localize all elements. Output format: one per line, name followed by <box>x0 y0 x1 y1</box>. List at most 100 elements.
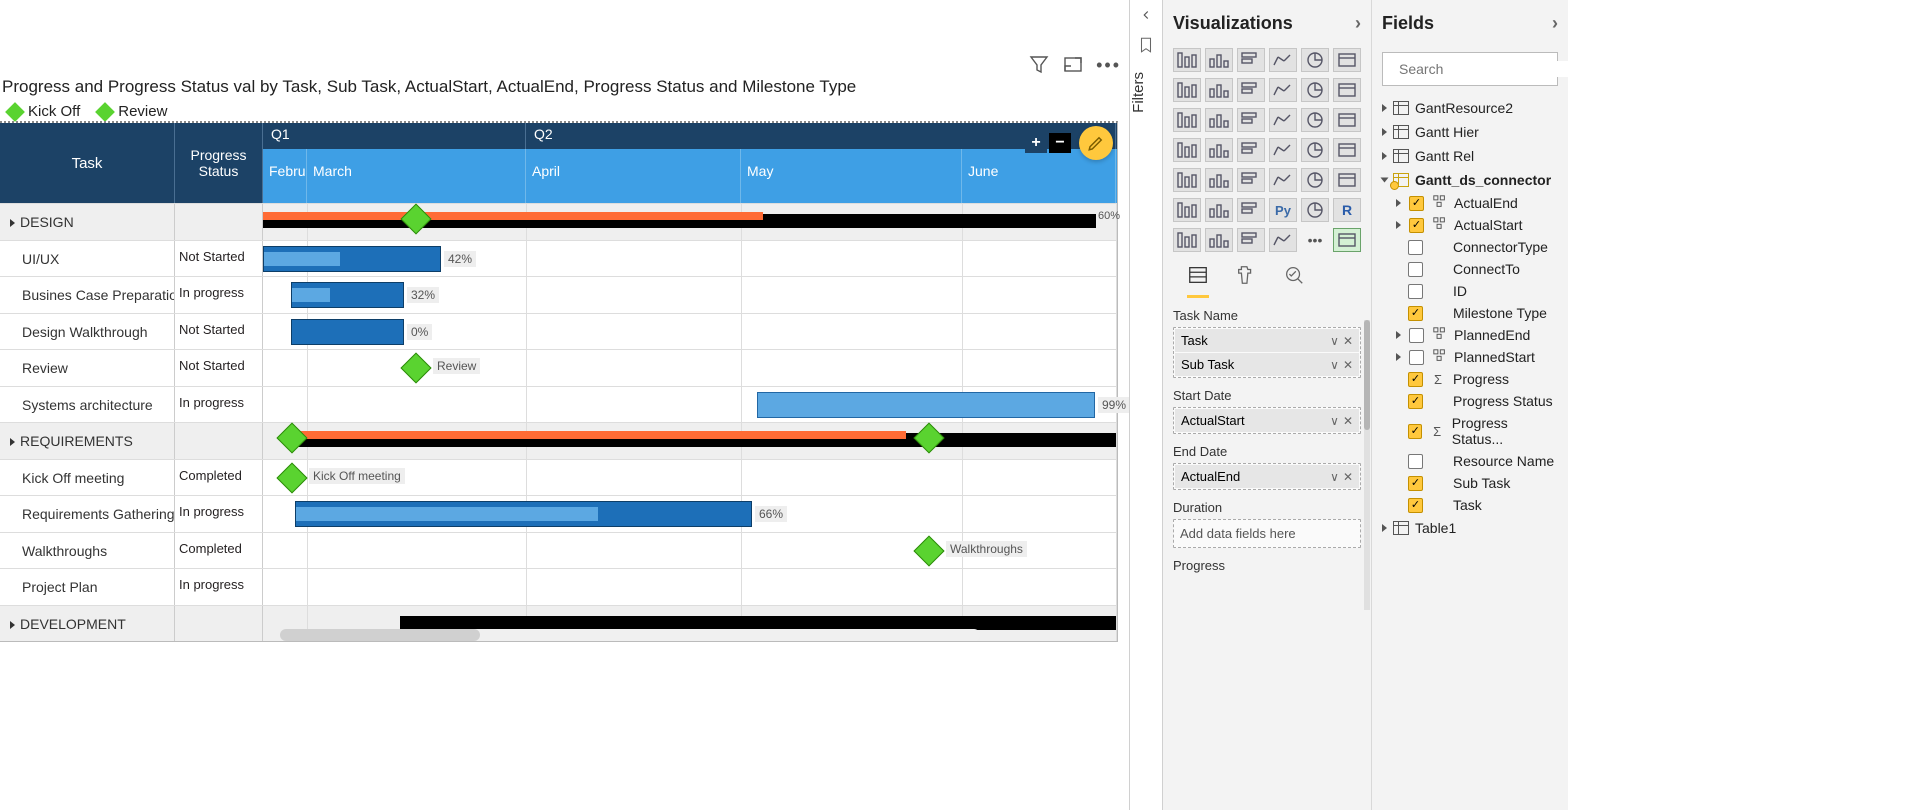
scrollbar-thumb[interactable] <box>280 629 480 641</box>
field-checkbox[interactable] <box>1409 196 1424 211</box>
field-row[interactable]: ConnectTo <box>1382 258 1558 280</box>
legend-item-kickoff[interactable]: Kick Off <box>8 103 80 120</box>
field-checkbox[interactable] <box>1409 328 1424 343</box>
collapse-fields-button[interactable]: › <box>1552 13 1558 34</box>
viz-type-icon[interactable] <box>1237 48 1265 72</box>
viz-type-icon[interactable] <box>1333 78 1361 102</box>
viz-type-icon[interactable] <box>1205 228 1233 252</box>
well-duration[interactable]: Add data fields here <box>1173 519 1361 548</box>
milestone-marker[interactable] <box>913 422 944 453</box>
field-row[interactable]: ΣProgress Status... <box>1382 412 1558 450</box>
gantt-row[interactable]: Requirements GatheringIn progress66% <box>0 495 1117 532</box>
gantt-row[interactable]: WalkthroughsCompletedWalkthroughs <box>0 532 1117 569</box>
field-checkbox[interactable] <box>1408 306 1423 321</box>
viz-type-icon[interactable]: R <box>1333 198 1361 222</box>
milestone-marker[interactable] <box>913 535 944 566</box>
milestone-marker[interactable] <box>276 462 307 493</box>
gantt-row[interactable]: ReviewNot StartedReview <box>0 349 1117 386</box>
well-item-actualstart[interactable]: ActualStart∨✕ <box>1175 409 1359 432</box>
horizontal-scrollbar[interactable] <box>280 629 980 641</box>
chevron-icon[interactable] <box>1382 104 1387 112</box>
viz-type-icon[interactable] <box>1173 78 1201 102</box>
remove-icon[interactable]: ✕ <box>1343 334 1353 348</box>
task-bar[interactable]: 32% <box>291 282 404 308</box>
fields-search-input[interactable] <box>1399 61 1568 77</box>
viz-type-icon[interactable] <box>1301 78 1329 102</box>
remove-icon[interactable]: ✕ <box>1343 470 1353 484</box>
expand-icon[interactable] <box>10 438 15 446</box>
task-bar[interactable]: 0% <box>291 319 404 345</box>
field-row[interactable]: ConnectorType <box>1382 236 1558 258</box>
expand-icon[interactable] <box>10 621 15 629</box>
well-item-actualend[interactable]: ActualEnd∨✕ <box>1175 465 1359 488</box>
viz-type-icon[interactable] <box>1333 138 1361 162</box>
viz-type-icon[interactable] <box>1173 108 1201 132</box>
viz-type-icon[interactable]: Py <box>1269 198 1297 222</box>
gantt-row[interactable]: UI/UXNot Started42% <box>0 240 1117 277</box>
well-task-name[interactable]: Task∨✕ Sub Task∨✕ <box>1173 327 1361 378</box>
month-cell[interactable]: May <box>741 149 962 203</box>
field-row[interactable]: PlannedStart <box>1382 346 1558 368</box>
viz-type-icon[interactable] <box>1333 228 1361 252</box>
field-checkbox[interactable] <box>1408 394 1423 409</box>
gantt-row[interactable]: Systems architectureIn progress99% <box>0 386 1117 423</box>
analytics-tab[interactable] <box>1283 264 1305 298</box>
field-row[interactable]: ActualEnd <box>1382 192 1558 214</box>
filters-pane-collapsed[interactable]: Filters <box>1129 0 1163 810</box>
zoom-out-button[interactable]: − <box>1049 133 1071 153</box>
viz-type-icon[interactable] <box>1269 168 1297 192</box>
well-end-date[interactable]: ActualEnd∨✕ <box>1173 463 1361 490</box>
month-cell[interactable]: Febru <box>263 149 307 203</box>
viz-pane-scrollbar[interactable] <box>1364 320 1370 610</box>
chevron-down-icon[interactable]: ∨ <box>1330 358 1339 372</box>
viz-type-icon[interactable] <box>1333 108 1361 132</box>
legend-item-review[interactable]: Review <box>98 103 167 120</box>
viz-type-icon[interactable] <box>1237 108 1265 132</box>
field-checkbox[interactable] <box>1408 498 1423 513</box>
gantt-row[interactable]: Design WalkthroughNot Started0% <box>0 313 1117 350</box>
remove-icon[interactable]: ✕ <box>1343 358 1353 372</box>
viz-type-icon[interactable] <box>1205 168 1233 192</box>
field-row[interactable]: ActualStart <box>1382 214 1558 236</box>
summary-bar[interactable] <box>288 433 1116 447</box>
viz-type-icon[interactable] <box>1269 108 1297 132</box>
field-checkbox[interactable] <box>1408 372 1423 387</box>
collapse-visualizations-button[interactable]: › <box>1355 13 1361 34</box>
summary-bar[interactable] <box>400 616 1116 630</box>
month-cell[interactable]: March <box>307 149 526 203</box>
viz-type-icon[interactable] <box>1333 168 1361 192</box>
field-row[interactable]: ID <box>1382 280 1558 302</box>
field-row[interactable]: Sub Task <box>1382 472 1558 494</box>
fields-search[interactable] <box>1382 52 1558 86</box>
chevron-down-icon[interactable]: ∨ <box>1330 414 1339 428</box>
viz-type-icon[interactable] <box>1301 168 1329 192</box>
field-checkbox[interactable] <box>1409 218 1424 233</box>
viz-type-icon[interactable] <box>1269 48 1297 72</box>
gantt-row[interactable]: REQUIREMENTS <box>0 422 1117 459</box>
viz-type-icon[interactable] <box>1173 138 1201 162</box>
expand-filters-button[interactable] <box>1130 0 1162 30</box>
viz-type-icon[interactable] <box>1173 228 1201 252</box>
field-row[interactable]: Milestone Type <box>1382 302 1558 324</box>
viz-type-icon[interactable] <box>1269 228 1297 252</box>
chevron-icon[interactable] <box>1382 152 1387 160</box>
well-item-subtask[interactable]: Sub Task∨✕ <box>1175 353 1359 376</box>
task-bar[interactable]: 99% <box>757 392 1095 418</box>
viz-type-icon[interactable] <box>1269 138 1297 162</box>
table-node[interactable]: Gantt Hier <box>1382 120 1558 144</box>
format-tab[interactable] <box>1235 264 1257 298</box>
field-checkbox[interactable] <box>1408 476 1423 491</box>
viz-type-icon[interactable] <box>1205 108 1233 132</box>
field-checkbox[interactable] <box>1409 350 1424 365</box>
expand-icon[interactable] <box>10 219 15 227</box>
column-header-progress-status[interactable]: ProgressStatus <box>175 123 263 203</box>
viz-type-icon[interactable] <box>1301 108 1329 132</box>
field-row[interactable]: Resource Name <box>1382 450 1558 472</box>
scrollbar-thumb[interactable] <box>1364 320 1370 430</box>
viz-type-icon[interactable] <box>1205 198 1233 222</box>
viz-type-icon[interactable] <box>1173 48 1201 72</box>
viz-type-icon[interactable] <box>1173 198 1201 222</box>
table-node[interactable]: Gantt Rel <box>1382 144 1558 168</box>
chevron-icon[interactable] <box>1381 178 1389 183</box>
chevron-icon[interactable] <box>1396 199 1401 207</box>
